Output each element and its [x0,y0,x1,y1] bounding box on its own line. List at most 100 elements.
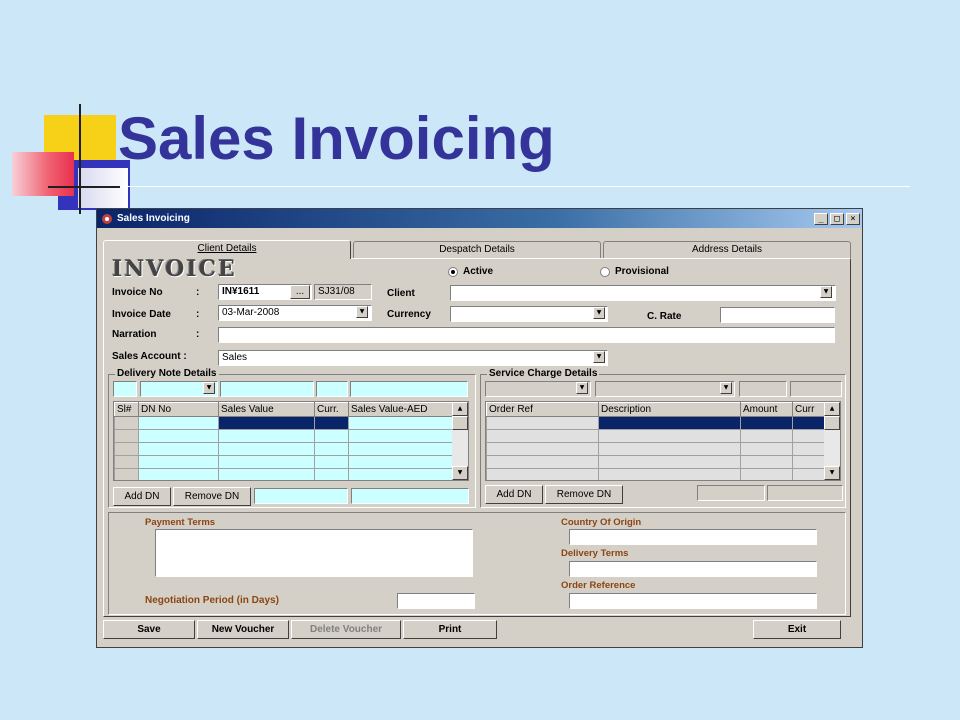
tab-address-details[interactable]: Address Details [603,241,851,258]
payment-terms-label: Payment Terms [145,517,216,528]
service-charge-grid[interactable]: Order Ref Description Amount Curr ▲ ▼ [485,401,841,481]
decor-vertical-line [79,104,81,214]
delivery-note-title: Delivery Note Details [115,368,219,379]
decor-white-square [78,168,128,208]
dn-filter-curr[interactable] [316,381,348,397]
window-titlebar[interactable]: Sales Invoicing _ □ × [97,209,862,228]
close-button[interactable]: × [846,212,860,225]
table-row[interactable] [486,455,827,469]
col-curr[interactable]: Curr [792,402,827,417]
scroll-up-icon[interactable]: ▲ [824,402,840,416]
country-of-origin-field[interactable] [569,529,817,545]
save-button[interactable]: Save [103,620,195,639]
sc-total-curr [767,485,843,501]
sc-filter-description[interactable] [595,381,735,397]
currency-label: Currency [387,309,431,320]
colon: : [196,287,200,298]
sales-account-dropdown-icon[interactable]: ▼ [593,351,605,363]
col-order-ref[interactable]: Order Ref [486,402,599,417]
col-description[interactable]: Description [598,402,741,417]
negotiation-period-field[interactable] [397,593,475,609]
invoice-no-browse-button[interactable]: ... [290,285,310,299]
col-dn-no[interactable]: DN No [138,402,219,417]
new-voucher-button[interactable]: New Voucher [197,620,289,639]
remove-dn-button[interactable]: Remove DN [173,487,251,506]
table-row[interactable] [486,429,827,443]
sc-add-dn-button[interactable]: Add DN [485,485,543,504]
client-dropdown-icon[interactable]: ▼ [820,286,832,298]
invoice-date-field[interactable]: 03-Mar-2008 [218,305,372,321]
col-sales-value-aed[interactable]: Sales Value-AED [348,402,453,417]
invoice-no-label: Invoice No [112,287,163,298]
sales-invoicing-window: Sales Invoicing _ □ × Client Details Des… [96,208,863,648]
scroll-down-icon[interactable]: ▼ [824,466,840,480]
c-rate-field[interactable] [720,307,835,323]
window-title: Sales Invoicing [117,213,190,224]
currency-dropdown-icon[interactable]: ▼ [593,307,605,319]
scroll-up-icon[interactable]: ▲ [452,402,468,416]
add-dn-button[interactable]: Add DN [113,487,171,506]
table-row[interactable] [114,416,453,430]
tab-despatch-details[interactable]: Despatch Details [353,241,601,258]
radio-active[interactable] [448,267,458,277]
service-grid-scrollbar[interactable]: ▲ ▼ [824,402,840,480]
decor-horizontal-line [48,186,910,187]
print-button[interactable]: Print [403,620,497,639]
client-select[interactable] [450,285,836,301]
exit-button[interactable]: Exit [753,620,841,639]
table-row[interactable] [486,468,827,480]
delivery-note-group: Delivery Note Details ▼ Sl# DN No Sales … [108,368,476,508]
sales-account-select[interactable]: Sales [218,350,608,366]
table-row[interactable] [114,468,453,480]
narration-field[interactable] [218,327,835,343]
table-row[interactable] [114,455,453,469]
sc-filter-orderref-dropdown-icon[interactable]: ▼ [576,382,588,394]
scroll-thumb[interactable] [824,416,840,430]
narration-label: Narration [112,329,157,340]
slide-title: Sales Invoicing [118,105,555,172]
currency-select[interactable] [450,306,608,322]
delivery-terms-field[interactable] [569,561,817,577]
dn-filter-aed[interactable] [350,381,468,397]
sc-filter-description-dropdown-icon[interactable]: ▼ [720,382,732,394]
col-curr[interactable]: Curr. [314,402,349,417]
delivery-note-grid[interactable]: Sl# DN No Sales Value Curr. Sales Value-… [113,401,469,481]
sc-filter-amount[interactable] [739,381,787,397]
sales-account-label: Sales Account : [112,351,187,362]
tab-client-details[interactable]: Client Details [103,240,351,259]
table-row[interactable] [486,416,827,430]
dn-filter-dropdown-icon[interactable]: ▼ [203,382,215,394]
scroll-thumb[interactable] [452,416,468,430]
col-sl[interactable]: Sl# [114,402,139,417]
c-rate-label: C. Rate [647,311,682,322]
date-dropdown-icon[interactable]: ▼ [356,306,368,318]
minimize-button[interactable]: _ [814,212,828,225]
table-row[interactable] [486,442,827,456]
maximize-button[interactable]: □ [830,212,844,225]
dn-total-value [254,488,348,504]
sc-total-amount [697,485,765,501]
sc-remove-dn-button[interactable]: Remove DN [545,485,623,504]
sc-filter-curr[interactable] [790,381,842,397]
delivery-grid-scrollbar[interactable]: ▲ ▼ [452,402,468,480]
delivery-terms-label: Delivery Terms [561,548,629,559]
payment-terms-field[interactable] [155,529,473,577]
country-of-origin-label: Country Of Origin [561,517,642,528]
terms-group: Payment Terms Negotiation Period (in Day… [108,512,846,615]
colon: : [196,309,200,320]
dn-filter-sl[interactable] [113,381,137,397]
col-sales-value[interactable]: Sales Value [218,402,315,417]
col-amount[interactable]: Amount [740,402,793,417]
negotiation-period-label: Negotiation Period (in Days) [145,595,279,606]
radio-provisional[interactable] [600,267,610,277]
service-charge-title: Service Charge Details [487,368,600,379]
decor-horizontal-line-dark [48,186,120,188]
table-row[interactable] [114,442,453,456]
client-label: Client [387,288,415,299]
dn-filter-value[interactable] [220,381,314,397]
order-reference-field[interactable] [569,593,817,609]
invoice-date-label: Invoice Date [112,309,171,320]
table-row[interactable] [114,429,453,443]
scroll-down-icon[interactable]: ▼ [452,466,468,480]
delete-voucher-button[interactable]: Delete Voucher [291,620,401,639]
